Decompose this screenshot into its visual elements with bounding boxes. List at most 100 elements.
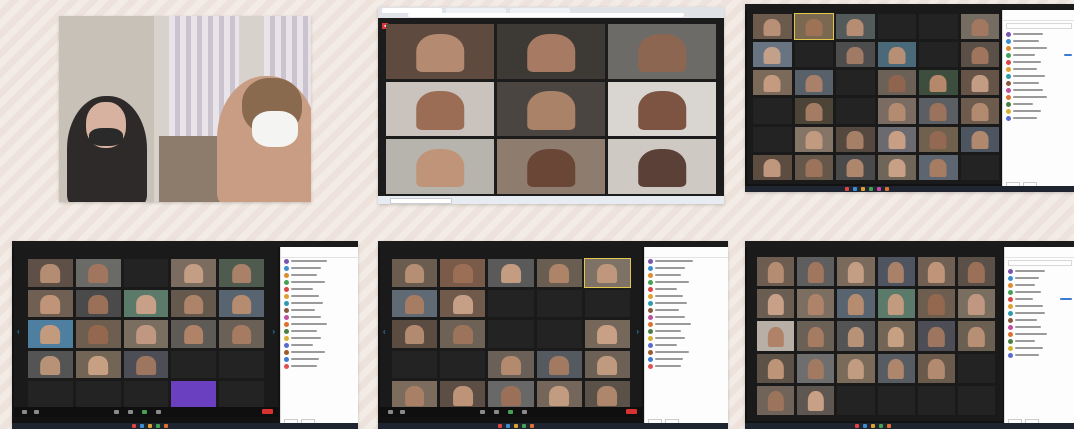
participants-icon[interactable] [114,410,119,414]
participant-row[interactable] [281,272,358,279]
video-tile[interactable] [877,353,915,383]
video-tile[interactable] [392,350,438,379]
previous-page-icon[interactable]: ‹ [17,327,20,336]
video-tile[interactable] [440,320,486,348]
video-tile[interactable] [171,259,217,287]
video-tile[interactable] [28,289,73,318]
participant-row[interactable] [1003,66,1074,73]
participant-row[interactable] [281,258,358,265]
video-tile[interactable] [837,353,875,383]
video-tile[interactable] [608,139,716,194]
video-tile[interactable] [584,350,630,379]
participant-row[interactable] [281,293,358,300]
video-tile[interactable] [171,381,217,409]
video-tile[interactable] [836,98,875,124]
video-tile[interactable] [757,257,795,287]
video-tile[interactable] [488,381,534,409]
video-tile[interactable] [919,98,958,124]
video-tile[interactable] [488,289,534,318]
participant-row[interactable] [645,335,728,342]
video-tile[interactable] [536,289,582,318]
video-tile[interactable] [219,320,264,348]
video-tile[interactable] [960,42,999,68]
video-tile[interactable] [836,42,875,68]
video-tile[interactable] [75,381,121,409]
video-tile[interactable] [917,289,955,319]
participant-row[interactable] [1005,317,1074,324]
video-tile[interactable] [917,321,955,351]
next-page-icon[interactable]: › [636,327,639,336]
participant-row[interactable] [1005,310,1074,317]
video-tile[interactable] [794,98,833,124]
video-tile[interactable] [793,12,834,41]
participant-row[interactable] [1003,73,1074,80]
video-tile[interactable] [757,385,795,415]
video-tile[interactable] [123,259,169,287]
participant-row[interactable] [1003,80,1074,87]
video-tile[interactable] [877,98,916,124]
participant-row[interactable] [645,307,728,314]
video-tile[interactable] [219,381,264,409]
video-tile[interactable] [837,385,875,415]
video-tile[interactable] [877,321,915,351]
participant-row[interactable] [281,363,358,370]
video-tile[interactable] [837,257,875,287]
participant-row[interactable] [645,258,728,265]
participant-row[interactable] [281,307,358,314]
video-tile[interactable] [797,385,835,415]
video-tile[interactable] [919,42,958,68]
video-tile[interactable] [392,381,438,409]
video-tile[interactable] [440,381,486,409]
video-tile[interactable] [75,320,121,348]
participant-row[interactable] [645,293,728,300]
video-tile[interactable] [919,126,958,152]
participants-search[interactable] [1008,260,1072,266]
participant-row[interactable] [1005,338,1074,345]
participant-row[interactable] [1003,38,1074,45]
video-tile[interactable] [836,126,875,152]
participant-row[interactable] [281,300,358,307]
video-tile[interactable] [753,42,792,68]
participant-row[interactable] [1003,101,1074,108]
video-tile[interactable] [608,24,716,79]
video-tile[interactable] [957,321,995,351]
video-tile[interactable] [753,70,792,96]
participant-row[interactable] [1003,87,1074,94]
video-tile[interactable] [536,381,582,409]
video-tile[interactable] [75,259,121,287]
video-tile[interactable] [960,14,999,40]
video-icon[interactable] [400,410,405,414]
video-tile[interactable] [28,320,73,348]
previous-page-icon[interactable]: ‹ [383,327,386,336]
video-tile[interactable] [877,42,916,68]
chat-icon[interactable] [128,410,133,414]
video-tile[interactable] [75,289,121,318]
video-tile[interactable] [836,70,875,96]
video-tile[interactable] [836,154,875,180]
video-tile[interactable] [919,14,958,40]
video-tile[interactable] [386,81,494,137]
video-tile[interactable] [919,70,958,96]
participant-row[interactable] [281,314,358,321]
participant-row[interactable] [281,286,358,293]
video-tile[interactable] [28,350,73,379]
video-tile[interactable] [219,289,264,318]
video-tile[interactable] [757,353,795,383]
video-tile[interactable] [877,289,915,319]
video-tile[interactable] [440,350,486,379]
participant-row[interactable] [1003,108,1074,115]
video-tile[interactable] [392,289,438,318]
video-tile[interactable] [171,289,217,318]
participant-row[interactable] [1003,115,1074,122]
end-meeting-button[interactable] [262,409,273,414]
video-tile[interactable] [957,289,995,319]
participant-row[interactable] [1005,324,1074,331]
participant-row[interactable] [645,272,728,279]
video-tile[interactable] [497,139,605,194]
video-tile[interactable] [757,321,795,351]
video-tile[interactable] [584,320,630,348]
video-tile[interactable] [877,70,916,96]
participant-row[interactable] [645,314,728,321]
participant-row[interactable] [1005,275,1074,282]
video-tile[interactable] [536,350,582,379]
